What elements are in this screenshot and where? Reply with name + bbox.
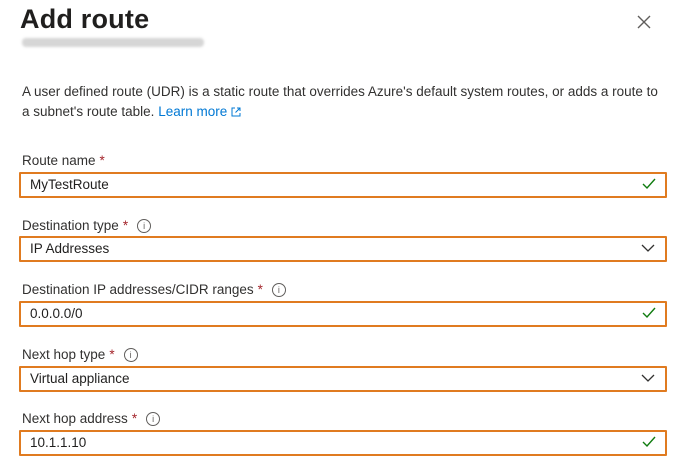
close-button[interactable] [632,10,656,34]
next-hop-type-value: Virtual appliance [30,371,130,386]
page-title: Add route [20,4,150,34]
route-name-input[interactable]: MyTestRoute [19,172,667,198]
route-name-value: MyTestRoute [30,177,109,192]
info-icon[interactable]: i [137,218,152,233]
destination-ip-input[interactable]: 0.0.0.0/0 [19,301,667,327]
learn-more-link[interactable]: Learn more [158,104,242,119]
info-icon[interactable]: i [123,347,138,362]
chevron-down-icon [641,374,655,382]
chevron-down-icon [641,244,655,252]
destination-type-value: IP Addresses [30,241,110,256]
external-link-icon [231,107,241,117]
close-icon [637,15,651,29]
description-text: A user defined route (UDR) is a static r… [22,84,658,119]
destination-type-label: Destination type * i [22,218,152,233]
panel-description: A user defined route (UDR) is a static r… [22,82,662,122]
destination-ip-label: Destination IP addresses/CIDR ranges * i [22,282,286,297]
destination-type-select[interactable]: IP Addresses [19,236,667,262]
next-hop-address-value: 10.1.1.10 [30,435,87,450]
next-hop-type-label: Next hop type * i [22,347,138,362]
checkmark-icon [642,436,656,448]
next-hop-address-label: Next hop address * i [22,411,161,426]
next-hop-address-input[interactable]: 10.1.1.10 [19,430,667,456]
info-icon[interactable]: i [146,411,161,426]
info-icon[interactable]: i [271,282,286,297]
checkmark-icon [642,178,656,190]
route-name-label: Route name * [22,153,105,168]
checkmark-icon [642,307,656,319]
destination-ip-value: 0.0.0.0/0 [30,306,83,321]
next-hop-type-select[interactable]: Virtual appliance [19,366,667,392]
subtitle-redacted [22,38,204,47]
